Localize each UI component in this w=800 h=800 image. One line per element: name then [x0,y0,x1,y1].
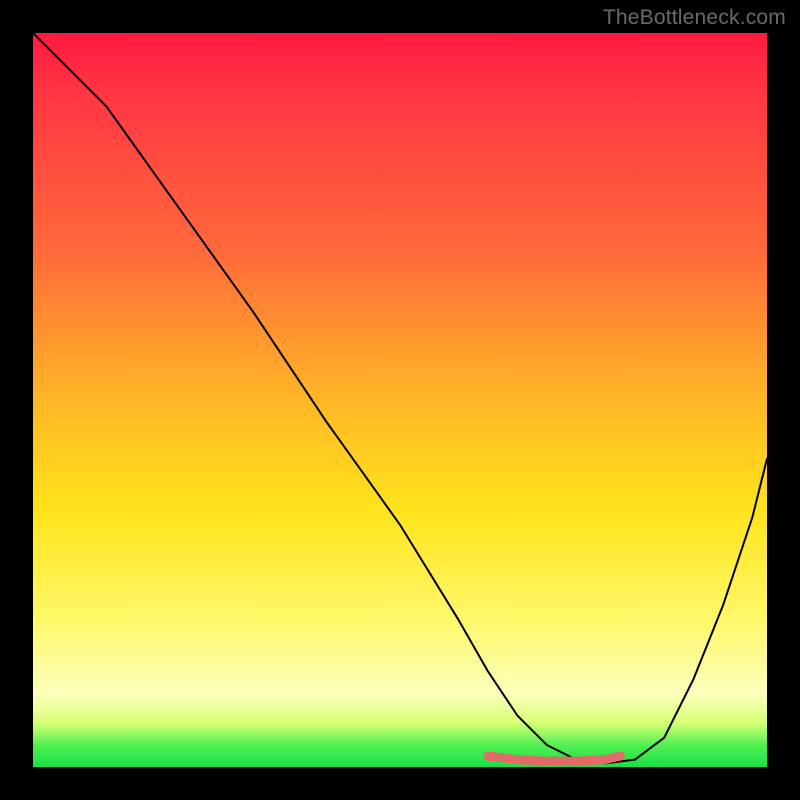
main-curve [33,33,767,763]
watermark-text: TheBottleneck.com [603,6,786,30]
bottom-marker [488,756,620,761]
chart-svg [33,33,767,767]
plot-area [33,33,767,767]
chart-frame: TheBottleneck.com [0,0,800,800]
